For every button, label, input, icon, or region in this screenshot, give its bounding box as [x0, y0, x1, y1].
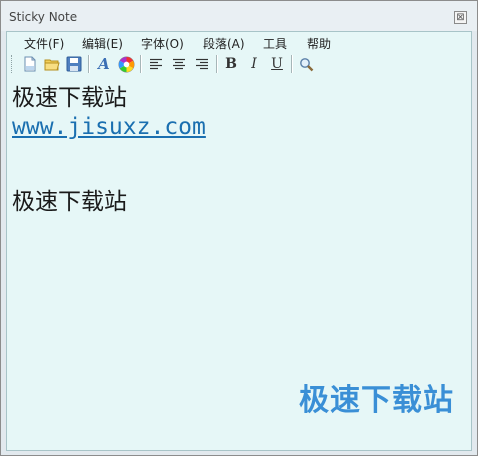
watermark-logo: 极速下载站: [299, 383, 454, 418]
title-bar[interactable]: Sticky Note ⊠: [1, 1, 477, 31]
underline-button[interactable]: U: [267, 54, 287, 74]
menu-paragraph[interactable]: 段落(A): [203, 35, 245, 52]
note-text-line: 极速下载站: [12, 189, 127, 215]
toolbar: A B I U: [7, 52, 471, 76]
font-icon[interactable]: A: [94, 54, 114, 74]
align-left-icon[interactable]: [146, 54, 166, 74]
close-button[interactable]: ⊠: [454, 11, 467, 24]
open-folder-icon[interactable]: [42, 54, 62, 74]
toolbar-separator: [140, 55, 142, 73]
menu-edit[interactable]: 编辑(E): [82, 35, 123, 52]
bold-button[interactable]: B: [221, 54, 241, 74]
toolbar-separator: [88, 55, 90, 73]
new-file-icon[interactable]: [20, 54, 40, 74]
toolbar-grip[interactable]: [11, 55, 14, 73]
window-title: Sticky Note: [9, 10, 78, 24]
menu-tools[interactable]: 工具: [263, 35, 287, 52]
menu-help[interactable]: 帮助: [307, 35, 331, 52]
toolbar-separator: [291, 55, 293, 73]
save-icon[interactable]: [64, 54, 84, 74]
align-right-icon[interactable]: [192, 54, 212, 74]
note-text-line: 极速下载站: [12, 85, 127, 111]
align-center-icon[interactable]: [169, 54, 189, 74]
italic-button[interactable]: I: [244, 54, 264, 74]
note-link[interactable]: www.jisuxz.com: [12, 114, 206, 140]
sticky-note-window: Sticky Note ⊠ 文件(F) 编辑(E) 字体(O) 段落(A) 工具…: [0, 0, 478, 456]
menu-bar: 文件(F) 编辑(E) 字体(O) 段落(A) 工具 帮助: [7, 32, 471, 52]
toolbar-separator: [216, 55, 218, 73]
search-icon[interactable]: [296, 54, 316, 74]
menu-file[interactable]: 文件(F): [24, 35, 64, 52]
menu-font[interactable]: 字体(O): [141, 35, 184, 52]
color-palette-icon[interactable]: [116, 54, 136, 74]
